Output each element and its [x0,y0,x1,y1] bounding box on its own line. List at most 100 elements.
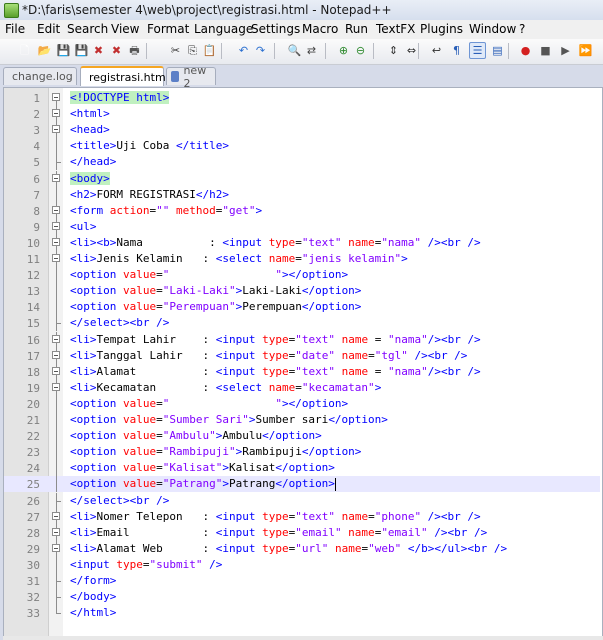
code-line[interactable]: 20 <option value=" "></option> [4,395,600,412]
menu-bar: File Edit Search View Format Language Settings… [0,20,603,40]
play-macro-button[interactable]: ▶ [557,42,574,59]
code-editor[interactable]: 1 <!DOCTYPE html> 2 <html> 3 <head> 4 <title>Uj… [3,87,603,637]
tab-registrasi-html[interactable]: registrasi.html [80,66,169,86]
fold-toggle-icon[interactable] [51,540,63,557]
fold-toggle-icon[interactable] [51,251,63,267]
paste-button[interactable]: 📋 [201,42,218,59]
sync-vertical-button[interactable]: ⇕ [385,42,402,59]
code-line[interactable]: 24 <option value="Kalisat">Kalisat</optio… [4,460,600,477]
code-line[interactable]: 29 <li>Alamat Web : <input type="url" nam… [4,540,600,557]
new-file-button[interactable]: 🗋 [16,42,33,59]
code-line[interactable]: 3 <head> [4,122,600,139]
tab-change-log[interactable]: change.log [3,67,77,85]
code-line[interactable]: 1 <!DOCTYPE html> [4,90,600,106]
code-line[interactable]: 14 <option value="Perempuan">Perempuan</o… [4,299,600,316]
fold-toggle-icon[interactable] [51,122,63,139]
menu-run[interactable]: Run [345,22,368,36]
copy-button[interactable]: ⎘ [184,42,201,59]
play-multi-button[interactable]: ⏩ [577,42,594,59]
code-line[interactable]: 21 <option value="Sumber Sari">Sumber sar… [4,412,600,428]
word-wrap-button[interactable]: ↩ [428,42,445,59]
menu-edit[interactable]: Edit [37,22,60,36]
save-button[interactable]: 💾 [55,42,72,59]
menu-file[interactable]: File [5,22,25,36]
find-button[interactable]: 🔍 [286,42,303,59]
code-line[interactable]: 8 <form action="" method="get"> [4,202,600,219]
code-line[interactable]: 23 <option value="Rambipuji">Rambipuji</o… [4,444,600,461]
code-line[interactable]: 12 <option value=" "></option> [4,267,600,284]
code-line[interactable]: 9 <ul> [4,218,600,235]
code-line[interactable]: 33 </html> [4,605,600,621]
menu-settings[interactable]: Settings [251,22,300,36]
code-line[interactable]: 2 <html> [4,106,600,123]
fold-toggle-icon[interactable] [51,170,63,187]
code-line[interactable]: 27 <li>Nomer Telepon : <input type = "text"… [4,508,600,525]
menu-format[interactable]: Format [147,22,189,36]
sync-horizontal-button[interactable]: ⇔ [403,42,420,59]
code-text: <option value="Rambipuji">Rambipuji</opt… [70,445,361,459]
fold-toggle-icon[interactable] [51,508,63,525]
fold-toggle-icon[interactable] [51,106,63,123]
menu-macro[interactable]: Macro [302,22,338,36]
zoom-in-button[interactable]: ⊕ [335,42,352,59]
fold-toggle-icon[interactable] [51,363,63,380]
code-line[interactable]: 18 <li>Alamat : <input type="text" name =… [4,363,600,380]
token-val: "kecamatan" [301,380,375,394]
code-line[interactable]: 26 </select><br /> [4,492,600,509]
fold-toggle-icon[interactable] [51,218,63,235]
fold-toggle-icon[interactable] [51,524,63,541]
code-line[interactable]: 31 </form> [4,573,600,589]
close-all-button[interactable]: ✖ [108,42,125,59]
menu-plugins[interactable]: Plugins [420,22,463,36]
menu-view[interactable]: View [111,22,139,36]
token-val: "Rambipuji" [162,445,236,459]
code-line[interactable]: 7 <h2>FORM REGISTRASI</h2> [4,186,600,203]
code-line[interactable]: 13 <option value="Laki-Laki">Laki-Laki</o… [4,283,600,300]
token-tag: <option [70,284,123,298]
indent-guide-button[interactable]: ☰ [469,42,486,59]
code-line[interactable]: 22 <option value="Ambulu">Ambulu</option> [4,428,600,445]
token-tag: > [255,203,263,217]
code-line[interactable]: 15 </select><br /> [4,315,600,332]
code-line[interactable]: 6 <body> [4,170,600,187]
menu-textfx[interactable]: TextFX [376,22,415,36]
user-lang-button[interactable]: ▤ [489,42,506,59]
code-line[interactable]: 11 <li>Jenis Kelamin : <select name="jeni… [4,251,600,267]
fold-toggle-icon[interactable] [51,379,63,396]
redo-button[interactable]: ↷ [252,42,269,59]
record-macro-button[interactable]: ● [517,42,534,59]
code-line[interactable]: 19 <li>Kecamatan : <select name="kecamata… [4,379,600,396]
undo-button[interactable]: ↶ [235,42,252,59]
token-attr: value [122,284,157,298]
replace-button[interactable]: ⇄ [303,42,320,59]
menu-window[interactable]: Window [469,22,516,36]
menu-search[interactable]: Search [67,22,108,36]
current-code-line[interactable]: 25 <option value="Patrang">Patrang</optio… [4,476,600,493]
code-line[interactable]: 10 <li><b>Nama : <input type="text" name=… [4,234,600,251]
fold-toggle-icon[interactable] [51,202,63,219]
menu-help[interactable]: ? [519,22,525,36]
open-file-button[interactable]: 📂 [36,42,53,59]
show-all-chars-button[interactable]: ¶ [448,42,465,59]
code-line[interactable]: 32 </body> [4,589,600,606]
code-line[interactable]: 4 <title>Uji Coba </title> [4,138,600,155]
fold-toggle-icon[interactable] [51,234,63,251]
fold-toggle-icon[interactable] [51,331,63,348]
code-line[interactable]: 28 <li>Email : <input type="email" name="… [4,524,600,541]
menu-language[interactable]: Language [194,22,253,36]
code-line[interactable]: 17 <li>Tanggal Lahir : <input type = "date"… [4,347,600,364]
code-line[interactable]: 16 <li>Tempat Lahir : <input type = "text" … [4,331,600,348]
code-line[interactable]: 5 </head> [4,154,600,171]
tab-new-2[interactable]: new 2 [166,64,216,90]
fold-toggle-icon[interactable] [51,90,63,106]
code-line[interactable]: 30 <input type="submit" /> [4,556,600,573]
stop-macro-button[interactable]: ■ [537,42,554,59]
print-button[interactable]: 🖶 [126,42,143,59]
cut-button[interactable]: ✂ [167,42,184,59]
token-tag: <input [70,557,117,571]
horizontal-scrollbar[interactable] [3,636,603,640]
close-button[interactable]: ✖ [90,42,107,59]
save-all-button[interactable]: 💾 [73,42,90,59]
zoom-out-button[interactable]: ⊖ [352,42,369,59]
fold-toggle-icon[interactable] [51,347,63,364]
